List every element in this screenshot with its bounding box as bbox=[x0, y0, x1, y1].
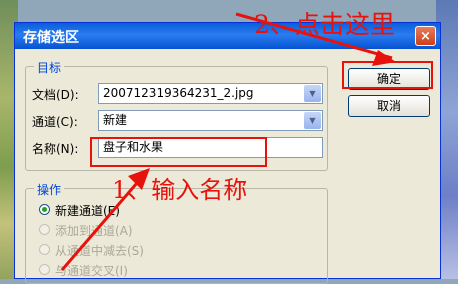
step2-annotation: 2、点击这里 bbox=[254, 10, 395, 39]
step1-annotation: 1、输入名称 bbox=[112, 176, 248, 204]
annotation-arrows bbox=[60, 12, 396, 271]
